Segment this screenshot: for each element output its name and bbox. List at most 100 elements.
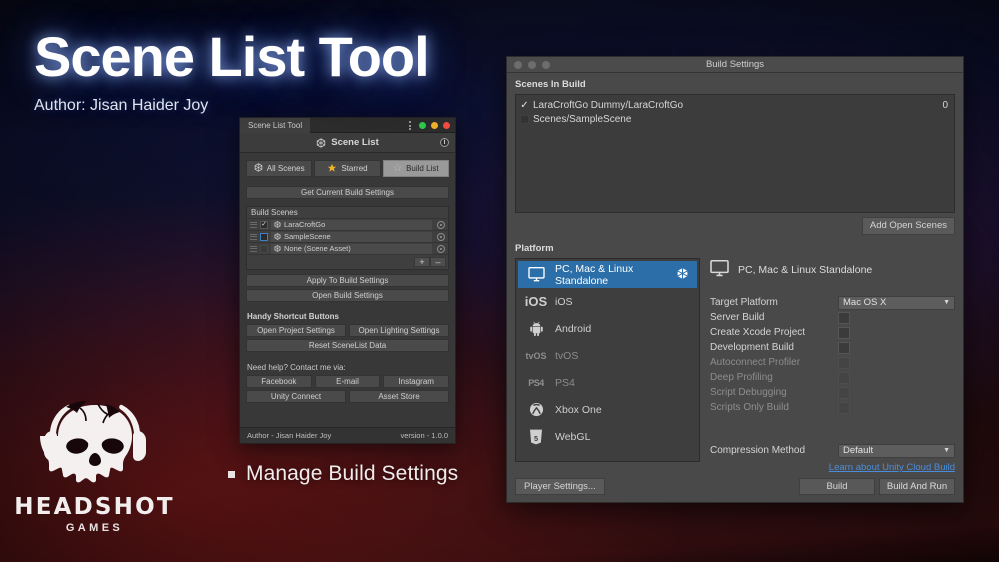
build-scenes-header: Build Scenes <box>247 207 448 219</box>
instagram-button[interactable]: Instagram <box>383 375 450 388</box>
open-lighting-settings-button[interactable]: Open Lighting Settings <box>349 324 449 337</box>
platform-item-ios[interactable]: iOS iOS <box>518 288 697 315</box>
option-row-script-debugging: Script Debugging <box>710 385 955 400</box>
scene-checkbox[interactable] <box>260 232 268 241</box>
build-scene-row[interactable]: None (Scene Asset) <box>247 243 448 255</box>
option-row-deep-profiling: Deep Profiling <box>710 370 955 385</box>
option-label: Server Build <box>710 312 765 323</box>
contact-button-row-1: Facebook E-mail Instagram <box>246 375 450 388</box>
author-line: Author: Jisan Haider Joy <box>34 96 209 114</box>
platform-label-text: PC, Mac & Linux Standalone <box>555 262 634 287</box>
reset-scenelist-data-button[interactable]: Reset SceneList Data <box>246 339 449 352</box>
remove-scene-button[interactable]: – <box>430 257 446 267</box>
window-dot-red[interactable] <box>443 122 450 129</box>
build-button[interactable]: Build <box>799 478 875 495</box>
scene-name-field[interactable]: None (Scene Asset) <box>271 243 432 254</box>
add-open-scenes-button[interactable]: Add Open Scenes <box>861 217 955 235</box>
scene-list-item[interactable]: ✓ LaraCroftGo Dummy/LaraCroftGo 0 <box>519 98 951 112</box>
facebook-button[interactable]: Facebook <box>246 375 312 388</box>
drag-handle-icon[interactable] <box>250 221 257 228</box>
option-label: Autoconnect Profiler <box>710 357 801 368</box>
window-controls <box>409 118 450 133</box>
scene-path-label: LaraCroftGo Dummy/LaraCroftGo <box>533 99 684 111</box>
scene-index-label: 0 <box>942 99 948 111</box>
scenes-in-build-list[interactable]: ✓ LaraCroftGo Dummy/LaraCroftGo 0 Scenes… <box>515 94 955 213</box>
scene-checkbox[interactable] <box>260 244 268 253</box>
scene-name-field[interactable]: LaraCroftGo <box>271 219 432 230</box>
scene-list-tool-titlebar: Scene List Tool <box>240 117 455 133</box>
kebab-menu-icon[interactable] <box>409 121 411 130</box>
target-platform-dropdown[interactable]: Mac OS X ▼ <box>838 295 955 310</box>
feature-bullet-label: Manage Build Settings <box>246 462 459 485</box>
apply-to-build-settings-button[interactable]: Apply To Build Settings <box>246 274 449 287</box>
option-checkbox[interactable] <box>838 326 850 339</box>
platform-item-standalone[interactable]: PC, Mac & Linux Standalone <box>518 261 697 288</box>
platform-item-ps4[interactable]: PS4 PS4 <box>518 369 697 396</box>
unity-scene-icon <box>274 221 281 228</box>
build-and-run-button[interactable]: Build And Run <box>879 478 955 495</box>
option-checkbox <box>838 386 850 399</box>
compression-method-label: Compression Method <box>710 445 806 456</box>
platform-detail-header: PC, Mac & Linux Standalone <box>710 260 955 280</box>
build-scene-row[interactable]: SampleScene <box>247 231 448 243</box>
drag-handle-icon[interactable] <box>250 233 257 240</box>
unity-connect-button[interactable]: Unity Connect <box>246 390 346 403</box>
webgl-icon: 5 <box>526 429 546 445</box>
tab-all-scenes[interactable]: All Scenes <box>246 160 313 177</box>
hero-title-block: Scene List Tool Author: Jisan Haider Joy <box>34 27 430 115</box>
compression-method-value: Default <box>843 445 874 456</box>
scene-list-tool-tab[interactable]: Scene List Tool <box>240 117 311 133</box>
build-scene-row[interactable]: ✓ LaraCroftGo <box>247 219 448 231</box>
build-settings-button-row: Player Settings... Build Build And Run <box>515 478 955 495</box>
open-project-settings-button[interactable]: Open Project Settings <box>246 324 346 337</box>
star-icon <box>327 163 337 175</box>
chevron-down-icon: ▼ <box>943 447 950 454</box>
footer-author: Author - Jisan Haider Joy <box>247 431 332 440</box>
option-checkbox[interactable] <box>838 341 850 354</box>
option-label: Development Build <box>710 342 794 353</box>
help-icon[interactable]: i <box>440 138 449 147</box>
get-current-build-settings-button[interactable]: Get Current Build Settings <box>246 186 449 199</box>
object-picker-icon[interactable] <box>437 232 445 241</box>
brand-logo: HEADSHOT GAMES <box>14 396 173 534</box>
platform-item-webgl[interactable]: 5 WebGL <box>518 423 697 450</box>
object-picker-icon[interactable] <box>437 220 445 229</box>
player-settings-button[interactable]: Player Settings... <box>515 478 605 495</box>
scene-checkbox[interactable]: ✓ <box>260 220 268 229</box>
platform-item-xbox-one[interactable]: Xbox One <box>518 396 697 423</box>
scene-checked-icon[interactable]: ✓ <box>519 100 530 111</box>
object-picker-icon[interactable] <box>437 244 445 253</box>
add-scene-button[interactable]: + <box>414 257 430 267</box>
email-button[interactable]: E-mail <box>314 375 381 388</box>
svg-text:5: 5 <box>534 434 538 443</box>
tab-starred[interactable]: Starred <box>314 160 381 177</box>
window-dot-yellow[interactable] <box>431 122 438 129</box>
scene-list-item[interactable]: Scenes/SampleScene <box>519 112 951 126</box>
scene-unchecked-checkbox[interactable] <box>520 114 529 124</box>
list-add-remove-controls: + – <box>247 255 448 269</box>
compression-method-dropdown[interactable]: Default ▼ <box>838 443 955 458</box>
compression-method-row: Compression Method Default ▼ <box>710 443 955 458</box>
platform-label: Platform <box>515 243 554 254</box>
drag-handle-icon[interactable] <box>250 245 257 252</box>
scene-path-label: Scenes/SampleScene <box>533 113 632 125</box>
window-dot-green[interactable] <box>419 122 426 129</box>
monitor-icon <box>710 260 729 280</box>
scene-name-label: LaraCroftGo <box>284 220 326 229</box>
logo-subtext: GAMES <box>65 522 124 534</box>
scenes-in-build-label: Scenes In Build <box>515 79 586 90</box>
tab-build-list[interactable]: Build List <box>382 160 449 177</box>
skull-headphones-icon <box>39 401 146 483</box>
platform-item-android[interactable]: Android <box>518 315 697 342</box>
contact-label: Need help? Contact me via: <box>247 363 346 372</box>
target-platform-row: Target Platform Mac OS X ▼ <box>710 295 955 310</box>
option-label: Deep Profiling <box>710 372 773 383</box>
asset-store-button[interactable]: Asset Store <box>349 390 449 403</box>
platform-item-tvos[interactable]: tvOS tvOS <box>518 342 697 369</box>
platform-section: PC, Mac & Linux Standalone iOS iOS Andro… <box>515 258 955 462</box>
option-checkbox[interactable] <box>838 311 850 324</box>
unity-cloud-build-link[interactable]: Learn about Unity Cloud Build <box>515 462 955 473</box>
scene-name-field[interactable]: SampleScene <box>271 231 432 242</box>
open-build-settings-button[interactable]: Open Build Settings <box>246 289 449 302</box>
